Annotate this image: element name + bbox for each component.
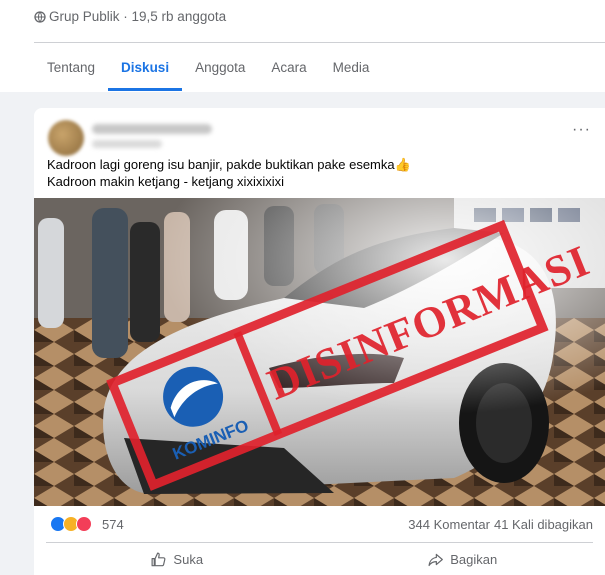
post-text-line-2: Kadroon makin ketjang - ketjang xixixixi… [47, 173, 284, 189]
car-photo-illustration: DISINFORMASI KOMINFO [34, 198, 605, 506]
tab-media[interactable]: Media [320, 43, 383, 91]
avatar[interactable] [48, 120, 84, 156]
like-button[interactable]: Suka [34, 543, 320, 575]
share-count[interactable]: 41 Kali dibagikan [494, 517, 593, 532]
reaction-count[interactable]: 574 [102, 517, 124, 532]
post-text-line-1: Kadroon lagi goreng isu banjir, pakde bu… [47, 157, 411, 172]
reaction-icons[interactable] [50, 516, 92, 532]
group-tabs: Tentang Diskusi Anggota Acara Media [34, 43, 382, 91]
post-time-blurred [92, 140, 162, 148]
post-image[interactable]: DISINFORMASI KOMINFO [34, 198, 605, 506]
globe-icon [34, 10, 46, 23]
comment-count[interactable]: 344 Komentar [408, 517, 490, 532]
post-text: Kadroon lagi goreng isu banjir, pakde bu… [47, 157, 587, 190]
like-button-label: Suka [173, 551, 204, 567]
tab-tentang[interactable]: Tentang [34, 43, 108, 91]
group-meta: Grup Publik · 19,5 rb anggota [34, 9, 226, 24]
share-button[interactable]: Bagikan [320, 543, 605, 575]
tab-acara[interactable]: Acara [258, 43, 319, 91]
post-stats: 344 Komentar 41 Kali dibagikan [408, 517, 593, 532]
group-meta-text: Grup Publik · 19,5 rb anggota [49, 9, 227, 24]
post-actions: Suka Bagikan [34, 543, 605, 575]
group-header: Grup Publik · 19,5 rb anggota Tentang Di… [0, 0, 605, 92]
more-options-icon[interactable]: ··· [572, 122, 591, 138]
tab-diskusi[interactable]: Diskusi [108, 43, 183, 91]
share-button-label: Bagikan [450, 551, 498, 567]
post-card: ··· Kadroon lagi goreng isu banjir, pakd… [34, 108, 605, 575]
love-reaction-icon [76, 516, 92, 532]
reactions-row: 574 344 Komentar 41 Kali dibagikan [34, 506, 605, 542]
author-name-blurred[interactable] [92, 124, 212, 134]
thumbs-up-icon [151, 552, 166, 566]
tab-anggota[interactable]: Anggota [182, 43, 258, 91]
share-arrow-icon [428, 553, 444, 566]
